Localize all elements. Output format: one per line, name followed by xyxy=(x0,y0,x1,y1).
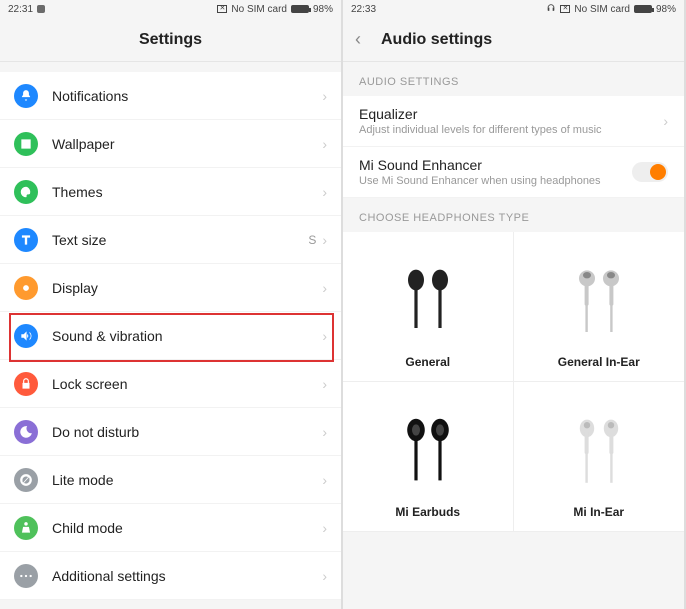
chevron-right-icon: › xyxy=(322,376,327,392)
settings-row-lite-mode[interactable]: Lite mode› xyxy=(0,456,341,504)
settings-row-label: Notifications xyxy=(52,88,322,104)
status-battery: 98% xyxy=(656,4,676,15)
settings-row-extra: S xyxy=(308,233,316,247)
status-sim: No SIM card xyxy=(231,4,287,15)
status-sim: No SIM card xyxy=(574,4,630,15)
settings-row-label: Display xyxy=(52,280,322,296)
chevron-right-icon: › xyxy=(322,280,327,296)
no-sim-icon: ✕ xyxy=(217,5,227,13)
child-icon xyxy=(14,516,38,540)
enhancer-toggle[interactable] xyxy=(632,162,668,182)
chevron-right-icon: › xyxy=(322,568,327,584)
earbud-illustration xyxy=(388,242,468,349)
headphone-label: General In-Ear xyxy=(558,355,640,369)
equalizer-row[interactable]: Equalizer Adjust individual levels for d… xyxy=(343,96,684,147)
earbud-illustration xyxy=(559,242,639,349)
earbud-illustration xyxy=(388,392,468,499)
settings-row-label: Wallpaper xyxy=(52,136,322,152)
enhancer-title: Mi Sound Enhancer xyxy=(359,157,632,173)
settings-row-label: Child mode xyxy=(52,520,322,536)
settings-row-label: Lock screen xyxy=(52,376,322,392)
settings-row-label: Themes xyxy=(52,184,322,200)
chevron-right-icon: › xyxy=(322,232,327,248)
enhancer-subtitle: Use Mi Sound Enhancer when using headpho… xyxy=(359,175,632,187)
headphones-grid: General General In-Ear Mi Earbuds Mi In-… xyxy=(343,232,684,532)
settings-row-display[interactable]: Display› xyxy=(0,264,341,312)
back-button[interactable]: ‹ xyxy=(355,29,361,50)
section-headphones: CHOOSE HEADPHONES TYPE xyxy=(343,198,684,232)
status-time: 22:31 xyxy=(8,4,33,15)
page-title: Audio settings xyxy=(381,31,492,49)
settings-row-label: Additional settings xyxy=(52,568,322,584)
headphone-option-general[interactable]: General xyxy=(343,232,514,382)
more-icon xyxy=(14,564,38,588)
settings-row-label: Sound & vibration xyxy=(52,328,322,344)
page-title: Settings xyxy=(139,31,202,49)
settings-row-label: Text size xyxy=(52,232,308,248)
volume-icon xyxy=(14,324,38,348)
settings-row-label: Do not disturb xyxy=(52,424,322,440)
equalizer-subtitle: Adjust individual levels for different t… xyxy=(359,124,663,136)
settings-row-wallpaper[interactable]: Wallpaper› xyxy=(0,120,341,168)
settings-list: Notifications›Wallpaper›Themes›Text size… xyxy=(0,72,341,600)
settings-row-themes[interactable]: Themes› xyxy=(0,168,341,216)
no-sim-icon: ✕ xyxy=(560,5,570,13)
section-audio-settings: AUDIO SETTINGS xyxy=(343,62,684,96)
bell-icon xyxy=(14,84,38,108)
settings-row-sound-vibration[interactable]: Sound & vibration› xyxy=(0,312,341,360)
settings-row-additional-settings[interactable]: Additional settings› xyxy=(0,552,341,600)
settings-row-text-size[interactable]: Text sizeS › xyxy=(0,216,341,264)
header: ‹ Audio settings xyxy=(343,18,684,62)
palette-icon xyxy=(14,180,38,204)
settings-row-do-not-disturb[interactable]: Do not disturb› xyxy=(0,408,341,456)
equalizer-title: Equalizer xyxy=(359,106,663,122)
headphone-label: Mi Earbuds xyxy=(395,505,460,519)
chevron-right-icon: › xyxy=(322,184,327,200)
chevron-right-icon: › xyxy=(663,113,668,129)
lock-icon xyxy=(14,372,38,396)
settings-row-notifications[interactable]: Notifications› xyxy=(0,72,341,120)
chevron-right-icon: › xyxy=(322,88,327,104)
header: Settings xyxy=(0,18,341,62)
settings-screen: 22:31 ✕ No SIM card 98% Settings Notific… xyxy=(0,0,343,609)
status-time: 22:33 xyxy=(351,4,376,15)
battery-icon xyxy=(634,5,652,13)
image-icon xyxy=(14,132,38,156)
chevron-right-icon: › xyxy=(322,328,327,344)
brightness-icon xyxy=(14,276,38,300)
settings-row-child-mode[interactable]: Child mode› xyxy=(0,504,341,552)
moon-icon xyxy=(14,420,38,444)
circle-slash-icon xyxy=(14,468,38,492)
settings-row-lock-screen[interactable]: Lock screen› xyxy=(0,360,341,408)
settings-row-label: Lite mode xyxy=(52,472,322,488)
headphone-label: Mi In-Ear xyxy=(573,505,624,519)
mi-sound-enhancer-row[interactable]: Mi Sound Enhancer Use Mi Sound Enhancer … xyxy=(343,147,684,198)
text-icon xyxy=(14,228,38,252)
headphone-option-mi-earbuds[interactable]: Mi Earbuds xyxy=(343,382,514,532)
status-battery: 98% xyxy=(313,4,333,15)
headphone-option-general-in-ear[interactable]: General In-Ear xyxy=(514,232,685,382)
audio-settings-screen: 22:33 ✕ No SIM card 98% ‹ Audio settings… xyxy=(343,0,686,609)
headphone-option-mi-in-ear[interactable]: Mi In-Ear xyxy=(514,382,685,532)
chevron-right-icon: › xyxy=(322,520,327,536)
earbud-illustration xyxy=(559,392,639,499)
status-app-icon xyxy=(37,5,45,13)
chevron-right-icon: › xyxy=(322,472,327,488)
status-bar: 22:31 ✕ No SIM card 98% xyxy=(0,0,341,18)
headphone-icon xyxy=(546,3,556,16)
status-bar: 22:33 ✕ No SIM card 98% xyxy=(343,0,684,18)
battery-icon xyxy=(291,5,309,13)
chevron-right-icon: › xyxy=(322,424,327,440)
chevron-right-icon: › xyxy=(322,136,327,152)
headphone-label: General xyxy=(405,355,450,369)
